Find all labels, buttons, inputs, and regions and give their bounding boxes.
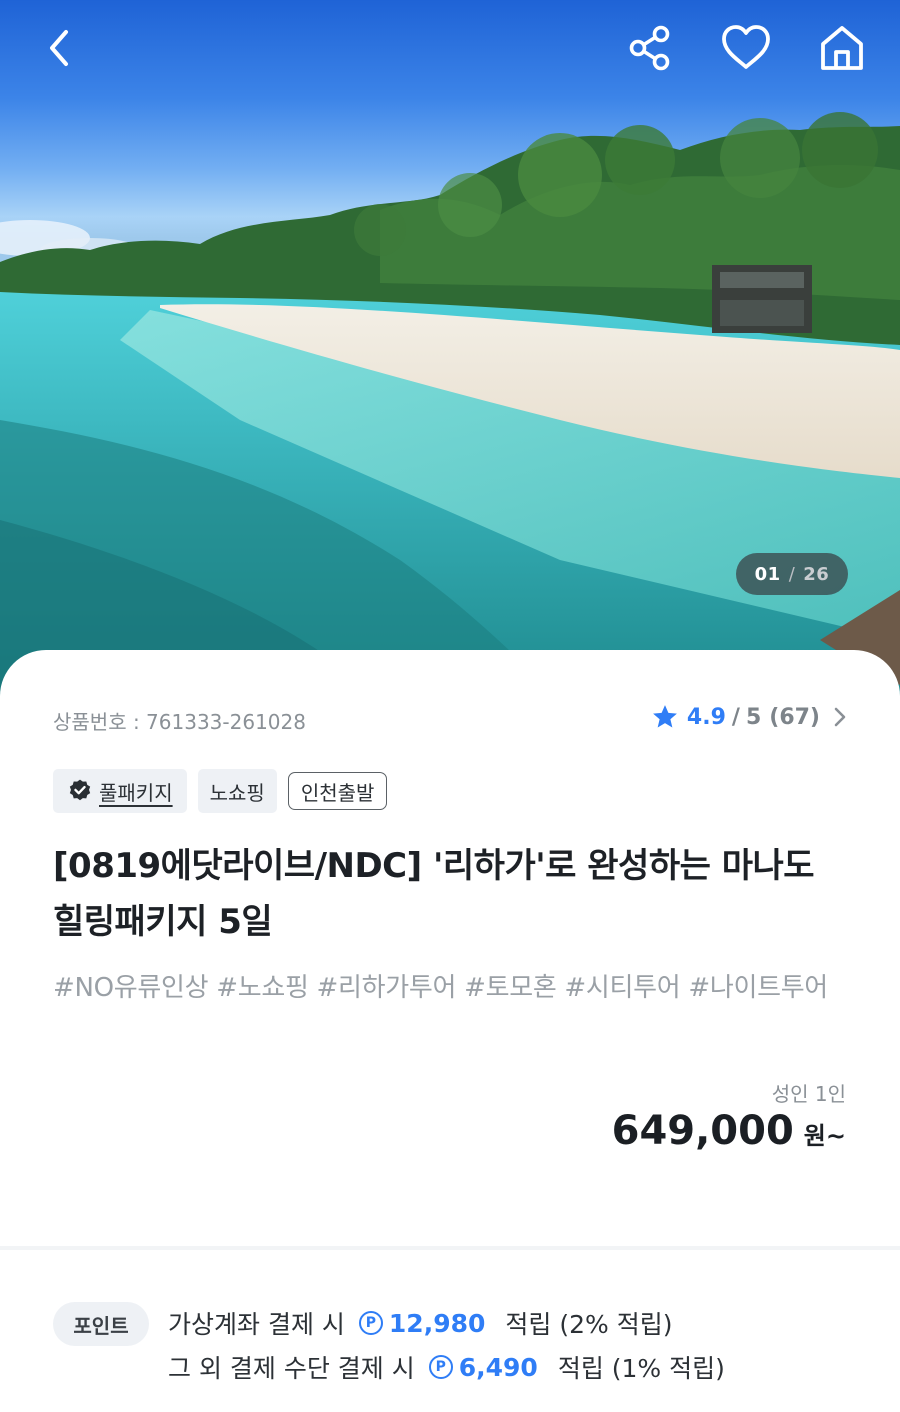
- chevron-right-icon: [834, 707, 846, 727]
- product-tags: 풀패키지 노쇼핑 인천출발: [53, 769, 388, 813]
- review-count: (67): [769, 704, 820, 730]
- points-amount: 6,490: [458, 1352, 538, 1382]
- rating-separator: /: [731, 704, 740, 730]
- back-button[interactable]: [30, 18, 90, 78]
- product-hashtags: #NO유류인상 #노쇼핑 #리하가투어 #토모혼 #시티투어 #나이트투어: [53, 973, 828, 1003]
- points-amount: 12,980: [388, 1308, 486, 1338]
- points-rate: 적립 (1% 적립): [557, 1354, 725, 1383]
- home-icon: [821, 26, 863, 70]
- price-label: 성인 1인: [771, 1082, 846, 1106]
- wishlist-button[interactable]: [716, 18, 776, 78]
- tag-full-package-label: 풀패키지: [99, 780, 173, 805]
- section-divider: [0, 1246, 900, 1250]
- hero-photo[interactable]: 01 / 26: [0, 0, 900, 700]
- gallery-counter: 01 / 26: [736, 553, 848, 595]
- points-line-virtual-account: 가상계좌 결제 시 P 12,980 적립 (2% 적립): [168, 1305, 672, 1341]
- rating-score: 4.9: [686, 704, 726, 730]
- price-amount: 649,000: [611, 1108, 794, 1154]
- gallery-separator: /: [788, 563, 796, 585]
- share-icon: [629, 25, 670, 71]
- tag-departure: 인천출발: [287, 772, 388, 810]
- chevron-left-icon: [50, 30, 68, 66]
- beach-photo: [0, 112, 900, 700]
- share-button[interactable]: [620, 18, 680, 78]
- tag-full-package[interactable]: 풀패키지: [53, 769, 187, 813]
- points-badge: 포인트: [53, 1302, 149, 1346]
- rating-max: 5: [745, 704, 762, 730]
- tag-no-shopping: 노쇼핑: [197, 769, 277, 813]
- product-info-card: [0, 650, 900, 1250]
- home-button[interactable]: [812, 18, 872, 78]
- point-icon: P: [428, 1355, 453, 1379]
- price: 649,000 원~: [612, 1108, 846, 1154]
- product-number: 상품번호 : 761333-261028: [53, 710, 306, 734]
- points-rate: 적립 (2% 적립): [505, 1310, 673, 1339]
- rating-summary[interactable]: 4.9 / 5 (67): [651, 703, 846, 731]
- gallery-current: 01: [754, 563, 781, 585]
- points-condition: 그 외 결제 수단 결제 시: [168, 1354, 415, 1383]
- star-icon: [653, 705, 677, 728]
- product-title: [0819에닷라이브/NDC] '리하가'로 완성하는 마나도 힐링패키지 5일: [53, 846, 815, 942]
- price-unit: 원~: [803, 1122, 846, 1150]
- gallery-total: 26: [803, 563, 830, 585]
- points-line-other-methods: 그 외 결제 수단 결제 시 P 6,490 적립 (1% 적립): [168, 1349, 725, 1385]
- verified-badge-icon: [69, 779, 91, 801]
- point-icon: P: [358, 1311, 383, 1335]
- heart-outline-icon: [722, 25, 770, 69]
- points-condition: 가상계좌 결제 시: [168, 1310, 345, 1339]
